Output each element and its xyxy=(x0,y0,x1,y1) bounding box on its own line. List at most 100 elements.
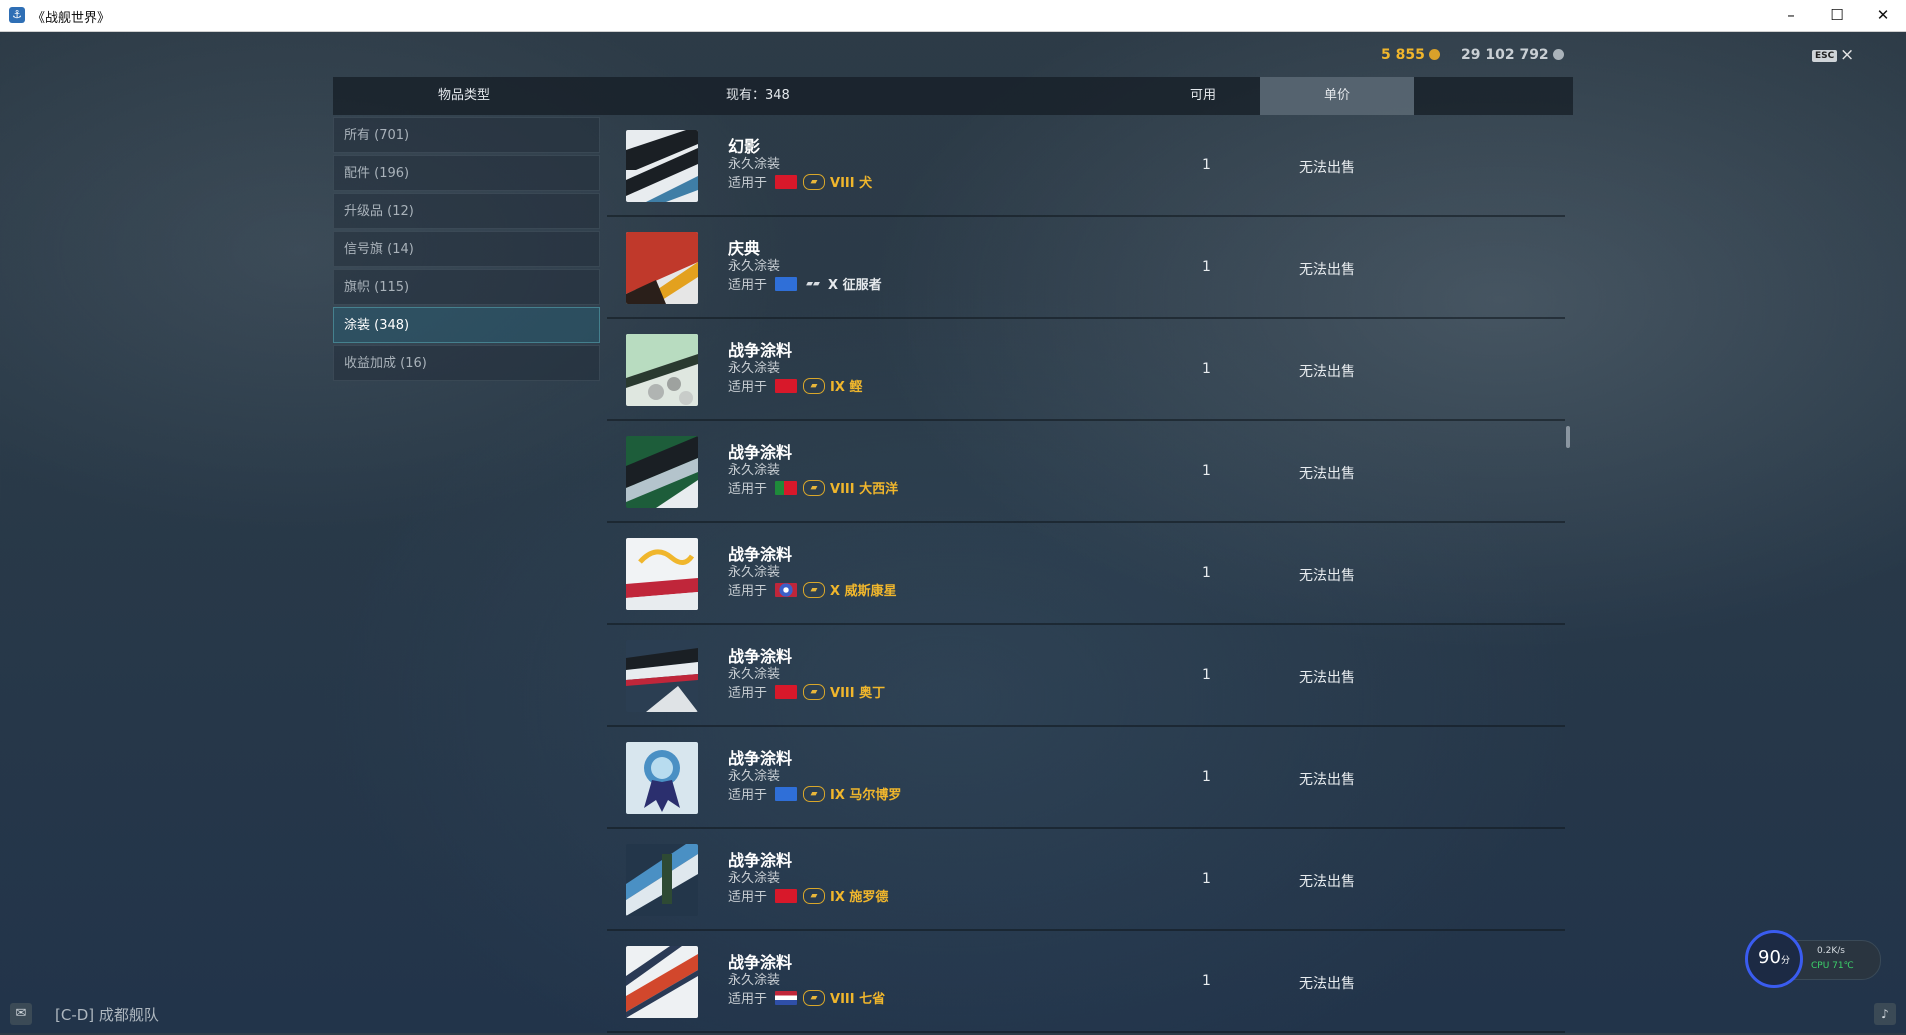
ship-name: X 征服者 xyxy=(828,278,882,293)
item-type: 永久涂装 xyxy=(728,157,781,172)
ship-name: VIII 奥丁 xyxy=(830,686,886,701)
category-camouflage[interactable]: 涂装 (348) xyxy=(333,307,600,343)
item-quantity: 1 xyxy=(1202,463,1211,479)
applies-label: 适用于 xyxy=(728,176,768,191)
applies-to: 适用于 ▰ IX 施罗德 xyxy=(728,886,888,905)
battleship-class-icon: ▰▰ xyxy=(806,278,820,289)
item-price: 无法出售 xyxy=(1299,772,1355,788)
category-modules[interactable]: 配件 (196) xyxy=(333,155,600,191)
battleship-class-icon: ▰ xyxy=(803,785,826,802)
nation-flag-icon xyxy=(775,684,798,699)
perf-score: 90分 xyxy=(1745,947,1803,968)
credit-coin-icon xyxy=(1552,49,1564,60)
item-price: 无法出售 xyxy=(1299,262,1355,278)
camouflage-thumbnail xyxy=(626,844,698,916)
category-column-header: 物品类型 xyxy=(438,88,491,103)
category-economic-bonuses[interactable]: 收益加成 (16) xyxy=(333,345,600,381)
perf-score-value: 90 xyxy=(1758,947,1781,968)
list-item[interactable]: 战争涂料 永久涂装 适用于 ▰ VIII 大西洋 1 无法出售 xyxy=(607,423,1565,523)
battleship-class-icon: ▰ xyxy=(803,683,826,700)
perf-score-unit: 分 xyxy=(1780,956,1790,966)
camouflage-thumbnail xyxy=(626,232,698,304)
list-scrollbar[interactable] xyxy=(1566,426,1570,448)
gold-coin-icon xyxy=(1428,49,1440,60)
list-item[interactable]: 庆典 永久涂装 适用于 ▰▰ X 征服者 1 无法出售 xyxy=(607,219,1565,319)
category-all[interactable]: 所有 (701) xyxy=(333,117,600,153)
maximize-button[interactable]: ☐ xyxy=(1814,0,1860,31)
clan-tag[interactable]: [C-D] 成都舰队 xyxy=(55,1004,159,1025)
applies-label: 适用于 xyxy=(728,890,768,905)
credits-balance: 29 102 792 xyxy=(1461,47,1564,63)
applies-label: 适用于 xyxy=(728,584,768,599)
nation-flag-icon xyxy=(775,888,798,903)
available-column-header[interactable]: 可用 xyxy=(1190,77,1216,115)
item-quantity: 1 xyxy=(1202,157,1211,173)
applies-label: 适用于 xyxy=(728,380,768,395)
item-quantity: 1 xyxy=(1202,667,1211,683)
nation-flag-icon xyxy=(775,174,798,189)
category-signals[interactable]: 信号旗 (14) xyxy=(333,231,600,267)
ship-name: VIII 犬 xyxy=(830,176,873,191)
nation-flag-icon xyxy=(775,786,798,801)
item-type: 永久涂装 xyxy=(728,463,781,478)
item-type: 永久涂装 xyxy=(728,667,781,682)
close-panel-button[interactable]: × xyxy=(1840,45,1854,65)
camouflage-thumbnail xyxy=(626,436,698,508)
applies-to: 适用于 ▰ VIII 大西洋 xyxy=(728,478,898,497)
camouflage-thumbnail xyxy=(626,946,698,1018)
owned-count-header: 现有：348 xyxy=(726,88,790,103)
list-item[interactable]: 幻影 永久涂装 适用于 ▰ VIII 犬 1 无法出售 xyxy=(607,117,1565,217)
ship-name: X 威斯康星 xyxy=(830,584,897,599)
list-item[interactable]: 战争涂料 永久涂装 适用于 ▰ VIII 奥丁 1 无法出售 xyxy=(607,627,1565,727)
performance-widget: 90分 0.2K/s CPU 71℃ xyxy=(1745,930,1881,990)
item-type: 永久涂装 xyxy=(728,259,781,274)
close-window-button[interactable]: ✕ xyxy=(1860,0,1906,31)
category-upgrades[interactable]: 升级品 (12) xyxy=(333,193,600,229)
category-sidebar: 所有 (701) 配件 (196) 升级品 (12) 信号旗 (14) 旗帜 (… xyxy=(333,117,600,383)
minimize-button[interactable]: – xyxy=(1768,0,1814,31)
item-type: 永久涂装 xyxy=(728,769,781,784)
item-type: 永久涂装 xyxy=(728,361,781,376)
item-price: 无法出售 xyxy=(1299,160,1355,176)
item-price: 无法出售 xyxy=(1299,364,1355,380)
camouflage-thumbnail xyxy=(626,742,698,814)
item-type: 永久涂装 xyxy=(728,973,781,988)
item-quantity: 1 xyxy=(1202,769,1211,785)
applies-label: 适用于 xyxy=(728,482,768,497)
network-speed: 0.2K/s xyxy=(1817,946,1845,956)
camouflage-thumbnail xyxy=(626,334,698,406)
cpu-temperature: CPU 71℃ xyxy=(1811,961,1854,971)
ship-name: VIII 七省 xyxy=(830,992,886,1007)
item-type: 永久涂装 xyxy=(728,565,781,580)
list-item[interactable]: 战争涂料 永久涂装 适用于 ▰ IX 马尔博罗 1 无法出售 xyxy=(607,729,1565,829)
item-quantity: 1 xyxy=(1202,871,1211,887)
camouflage-thumbnail xyxy=(626,130,698,202)
applies-to: 适用于 ▰ VIII 奥丁 xyxy=(728,682,885,701)
applies-label: 适用于 xyxy=(728,278,768,293)
chat-icon[interactable]: ✉ xyxy=(10,1003,32,1025)
nation-flag-icon xyxy=(775,480,798,495)
item-quantity: 1 xyxy=(1202,565,1211,581)
bell-icon[interactable]: ♪ xyxy=(1874,1003,1896,1025)
cruiser-class-icon: ▰ xyxy=(803,377,826,394)
ship-name: VIII 大西洋 xyxy=(830,482,899,497)
list-item[interactable]: 战争涂料 永久涂装 适用于 ▰ IX 施罗德 1 无法出售 xyxy=(607,831,1565,931)
table-header: 物品类型 现有：348 可用 单价 xyxy=(333,77,1573,115)
list-item[interactable]: 战争涂料 永久涂装 适用于 ▰ IX 鲣 1 无法出售 xyxy=(607,321,1565,421)
battleship-class-icon: ▰ xyxy=(803,479,826,496)
nation-flag-icon xyxy=(775,378,798,393)
applies-to: 适用于 ▰ X 威斯康星 xyxy=(728,580,897,599)
applies-to: 适用于 ▰ IX 鲣 xyxy=(728,376,862,395)
list-item[interactable]: 战争涂料 永久涂装 适用于 ▰ VIII 七省 1 无法出售 xyxy=(607,933,1565,1033)
gold-amount: 5 855 xyxy=(1381,47,1425,63)
applies-label: 适用于 xyxy=(728,686,768,701)
list-item[interactable]: 战争涂料 永久涂装 适用于 ▰ X 威斯康星 1 无法出售 xyxy=(607,525,1565,625)
category-flags[interactable]: 旗帜 (115) xyxy=(333,269,600,305)
nation-flag-icon xyxy=(775,990,798,1005)
nation-flag-icon xyxy=(775,276,798,291)
applies-to: 适用于 ▰ IX 马尔博罗 xyxy=(728,784,901,803)
item-price: 无法出售 xyxy=(1299,568,1355,584)
credits-amount: 29 102 792 xyxy=(1461,47,1549,63)
item-quantity: 1 xyxy=(1202,973,1211,989)
unit-price-column-header[interactable]: 单价 xyxy=(1260,77,1414,115)
